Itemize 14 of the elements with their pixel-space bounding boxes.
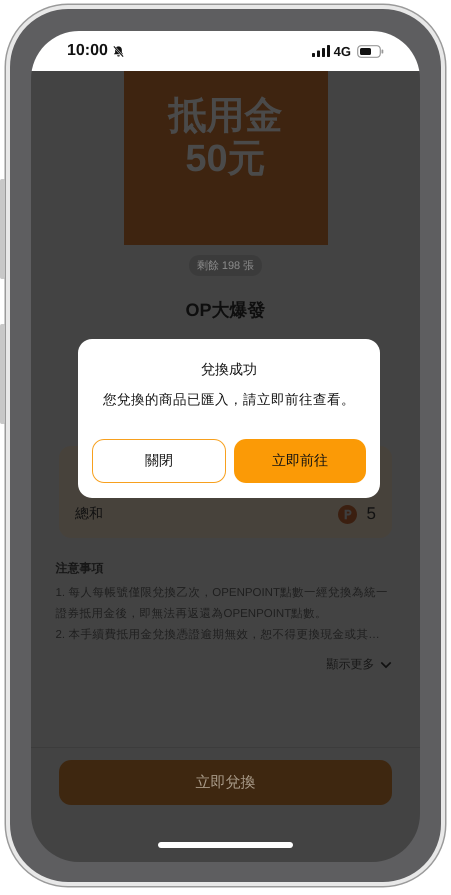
- redeem-button[interactable]: 立即兌換: [59, 760, 392, 805]
- dialog-title: 兌換成功: [201, 361, 257, 379]
- signal-icon: [312, 45, 330, 57]
- dialog-message: 您兌換的商品已匯入，請立即前往查看。: [103, 391, 355, 409]
- coupon-text: 50元: [185, 138, 266, 181]
- battery-icon: [357, 44, 384, 58]
- chevron-down-icon: [380, 660, 392, 668]
- points-icon: [338, 504, 357, 524]
- status-time: 10:00: [67, 42, 108, 60]
- remaining-count: 剩餘 198 張: [188, 255, 262, 276]
- close-button[interactable]: 關閉: [92, 439, 226, 483]
- go-now-button[interactable]: 立即前往: [234, 439, 366, 483]
- coupon-text: 抵用金: [168, 95, 282, 138]
- network-type: 4G: [334, 44, 351, 58]
